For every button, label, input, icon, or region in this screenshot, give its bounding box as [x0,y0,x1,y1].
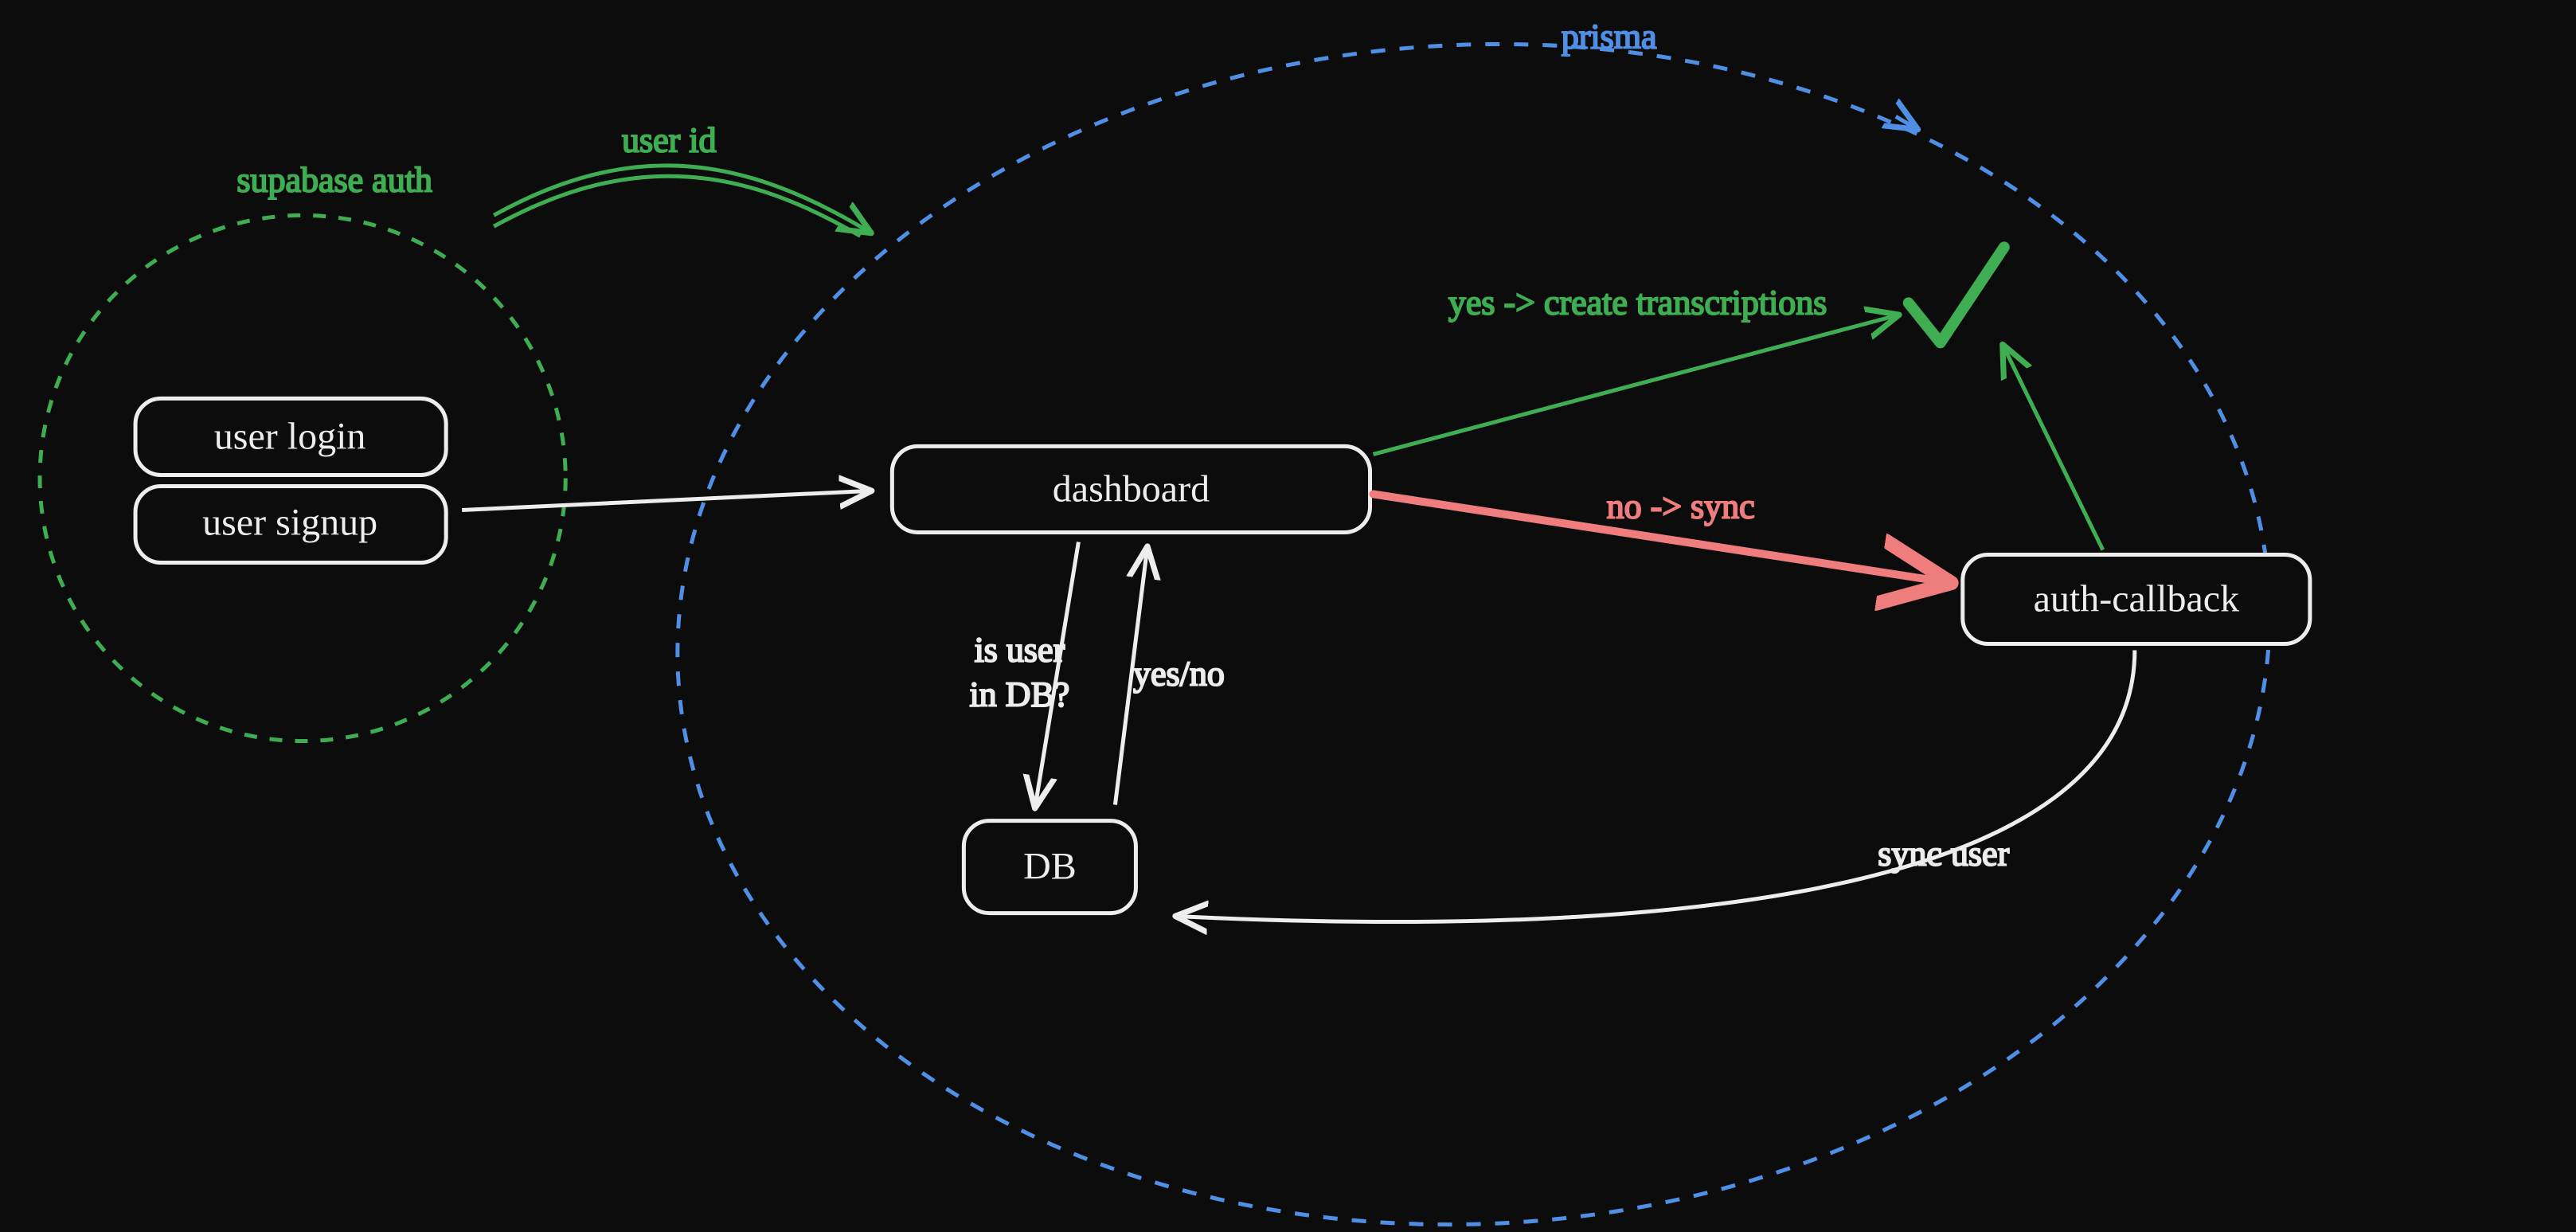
yes-no-label: yes/no [1133,655,1225,694]
user-id-arrow: user id [494,120,868,236]
dashboard-label: dashboard [1053,467,1210,510]
is-user-in-db-label-2: in DB? [969,675,1069,714]
auth-callback-to-check-arrow [2004,347,2103,550]
prisma-label: prisma [1562,17,1657,56]
checkmark-icon [1909,247,2004,342]
user-login-label: user login [214,415,366,457]
is-user-in-db-label-1: is user [975,631,1065,670]
dashboard-node: dashboard [892,446,1370,532]
user-signup-node: user signup [135,486,446,562]
yes-create-arrow: yes -> create transcriptions [1374,283,1896,454]
no-sync-label: no -> sync [1607,487,1755,526]
user-signup-label: user signup [202,501,377,543]
dashboard-db-arrows: is user in DB? yes/no [969,542,1224,804]
sync-user-label: sync user [1878,835,2009,874]
db-node: DB [964,821,1136,913]
user-id-label: user id [622,120,717,159]
supabase-auth-label: supabase auth [236,160,432,199]
no-sync-arrow: no -> sync [1374,487,1944,582]
auth-callback-node: auth-callback [1963,554,2310,643]
sync-user-arrow: sync user [1179,651,2134,922]
to-dashboard-arrow [462,491,868,510]
yes-create-label: yes -> create transcriptions [1448,283,1827,322]
auth-callback-label: auth-callback [2034,578,2240,620]
diagram-canvas: prisma supabase auth user id user login … [0,0,2576,1232]
db-label: DB [1023,846,1077,888]
user-login-node: user login [135,398,446,475]
